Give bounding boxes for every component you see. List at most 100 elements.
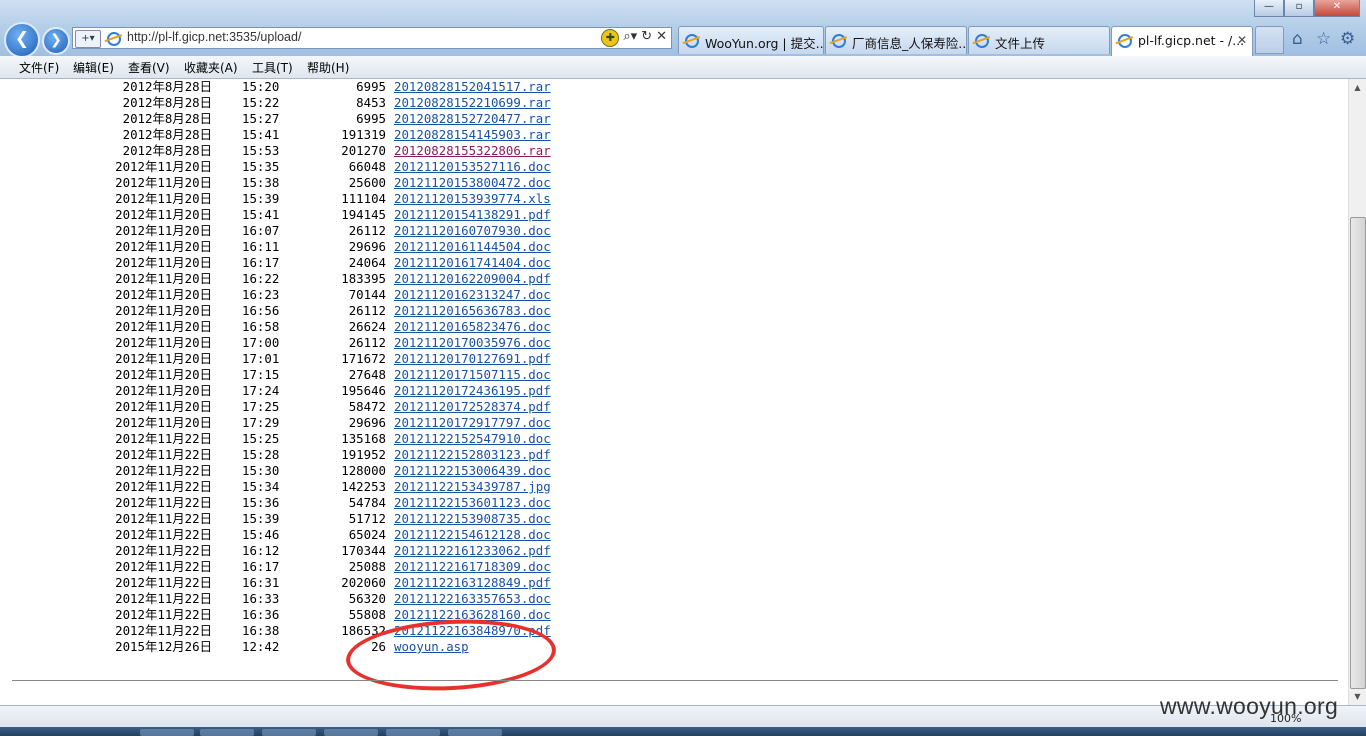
- file-time: 17:25: [242, 399, 280, 414]
- file-link[interactable]: 20121120153939774.xls: [394, 191, 551, 207]
- tab-wooyun-submit[interactable]: WooYun.org | 提交...: [678, 26, 824, 54]
- file-link[interactable]: 20121120162313247.doc: [394, 287, 551, 303]
- file-link[interactable]: 20121120160707930.doc: [394, 223, 551, 239]
- scroll-down-arrow-icon[interactable]: ▼: [1349, 688, 1366, 705]
- taskbar-item[interactable]: [324, 729, 378, 736]
- file-time: 17:01: [242, 351, 280, 366]
- file-link[interactable]: 20121122153601123.doc: [394, 495, 551, 511]
- file-row: 2012年11月22日 15:28 191952 20121122152803123.…: [0, 447, 700, 463]
- add-favorites-icon[interactable]: +▾: [75, 30, 101, 48]
- vertical-scrollbar[interactable]: ▲ ▼: [1348, 79, 1366, 705]
- file-date: 2012年11月22日: [115, 527, 212, 542]
- ie-tab-icon: [975, 34, 989, 48]
- favorites-star-icon[interactable]: ☆: [1316, 29, 1331, 49]
- file-link[interactable]: 20121120161741404.doc: [394, 255, 551, 271]
- file-link[interactable]: 20121122161233062.pdf: [394, 543, 551, 559]
- forward-button[interactable]: ❯: [42, 27, 70, 55]
- file-row: 2012年11月22日 16:17 25088 20121122161718309.d…: [0, 559, 700, 575]
- new-tab-button[interactable]: [1255, 26, 1284, 54]
- tab-label: WooYun.org | 提交...: [705, 36, 824, 51]
- file-link[interactable]: 20121120161144504.doc: [394, 239, 551, 255]
- menu-edit[interactable]: 编辑(E): [73, 59, 114, 76]
- file-time: 16:23: [242, 287, 280, 302]
- file-link[interactable]: 20121122153439787.jpg: [394, 479, 551, 495]
- tab-label: 厂商信息_人保寿险...: [852, 36, 967, 51]
- refresh-icon[interactable]: ↻: [641, 29, 652, 47]
- file-date: 2012年11月20日: [115, 175, 212, 190]
- file-link[interactable]: 20121120170035976.doc: [394, 335, 551, 351]
- file-link[interactable]: 20121122154612128.doc: [394, 527, 551, 543]
- file-link[interactable]: 20121120172528374.pdf: [394, 399, 551, 415]
- taskbar-item[interactable]: [386, 729, 440, 736]
- file-link[interactable]: 20121120165823476.doc: [394, 319, 551, 335]
- minimize-button[interactable]: —: [1254, 0, 1284, 17]
- file-link[interactable]: 20121120165636783.doc: [394, 303, 551, 319]
- tab-file-upload[interactable]: 文件上传: [968, 26, 1110, 54]
- file-link[interactable]: 20121122161718309.doc: [394, 559, 551, 575]
- file-time: 17:29: [242, 415, 280, 430]
- tab-close-icon[interactable]: ✕: [1237, 33, 1247, 47]
- file-row: 2012年11月22日 16:31 202060 20121122163128849.…: [0, 575, 700, 591]
- address-bar[interactable]: +▾ http://pl-lf.gicp.net:3535/upload/ ✚ …: [72, 27, 672, 49]
- file-time: 17:15: [242, 367, 280, 382]
- file-link[interactable]: 20121120154138291.pdf: [394, 207, 551, 223]
- forward-arrow-icon: ❯: [50, 32, 62, 48]
- file-row: 2012年8月28日 15:53 201270 20120828155322806.r…: [0, 143, 700, 159]
- file-date: 2012年11月22日: [115, 559, 212, 574]
- scroll-up-arrow-icon[interactable]: ▲: [1349, 79, 1366, 96]
- file-row: 2012年11月22日 15:30 128000 20121122153006439.…: [0, 463, 700, 479]
- file-date: 2012年11月20日: [115, 159, 212, 174]
- file-link[interactable]: 20121120171507115.doc: [394, 367, 551, 383]
- file-link[interactable]: 20121122153908735.doc: [394, 511, 551, 527]
- back-button[interactable]: ❮: [4, 22, 40, 58]
- file-link[interactable]: 20121122163357653.doc: [394, 591, 551, 607]
- taskbar-item[interactable]: [200, 729, 254, 736]
- search-icon[interactable]: ⌕▾: [623, 29, 637, 47]
- taskbar-item[interactable]: [448, 729, 502, 736]
- file-link[interactable]: 20121120172917797.doc: [394, 415, 551, 431]
- menu-tools[interactable]: 工具(T): [252, 59, 293, 76]
- file-link[interactable]: 20121120170127691.pdf: [394, 351, 551, 367]
- file-link[interactable]: 20121122152803123.pdf: [394, 447, 551, 463]
- file-row: 2012年11月22日 15:25 135168 20121122152547910.…: [0, 431, 700, 447]
- file-time: 15:30: [242, 463, 280, 478]
- compat-view-icon[interactable]: ✚: [601, 29, 620, 47]
- maximize-button[interactable]: ▫: [1284, 0, 1314, 17]
- address-actions: ✚ ⌕▾ ↻ ✕: [601, 29, 667, 47]
- file-link[interactable]: 20121120153800472.doc: [394, 175, 551, 191]
- file-date: 2012年11月22日: [115, 431, 212, 446]
- file-link[interactable]: 20120828152720477.rar: [394, 111, 551, 127]
- stop-icon[interactable]: ✕: [656, 29, 667, 47]
- close-window-button[interactable]: ✕: [1314, 0, 1360, 17]
- menu-file[interactable]: 文件(F): [19, 59, 59, 76]
- file-date: 2012年11月20日: [115, 351, 212, 366]
- file-link[interactable]: 20121120162209004.pdf: [394, 271, 551, 287]
- file-link[interactable]: 20120828155322806.rar: [394, 143, 551, 159]
- file-link[interactable]: 20120828154145903.rar: [394, 127, 551, 143]
- file-link[interactable]: 20121120153527116.doc: [394, 159, 551, 175]
- file-link[interactable]: 20121122153006439.doc: [394, 463, 551, 479]
- file-link[interactable]: 20121120172436195.pdf: [394, 383, 551, 399]
- tab-upload-listing[interactable]: pl-lf.gicp.net - /... ✕: [1111, 26, 1253, 56]
- home-icon[interactable]: ⌂: [1292, 29, 1303, 49]
- taskbar-item[interactable]: [262, 729, 316, 736]
- file-row: 2012年8月28日 15:27 6995 20120828152720477.rar: [0, 111, 700, 127]
- file-date: 2012年11月20日: [115, 191, 212, 206]
- tools-gear-icon[interactable]: ⚙: [1340, 29, 1355, 49]
- file-date: 2012年11月22日: [115, 575, 212, 590]
- menu-favorites[interactable]: 收藏夹(A): [184, 59, 238, 76]
- tab-vendor-info[interactable]: 厂商信息_人保寿险...: [825, 26, 967, 54]
- file-link[interactable]: 20121122152547910.doc: [394, 431, 551, 447]
- scroll-thumb[interactable]: [1350, 217, 1366, 689]
- taskbar-item[interactable]: [140, 729, 194, 736]
- file-date: 2012年11月20日: [115, 335, 212, 350]
- file-link[interactable]: 20120828152210699.rar: [394, 95, 551, 111]
- file-link[interactable]: 20121122163128849.pdf: [394, 575, 551, 591]
- menu-help[interactable]: 帮助(H): [307, 59, 349, 76]
- address-url[interactable]: http://pl-lf.gicp.net:3535/upload/: [127, 30, 301, 44]
- file-size: 51712: [348, 511, 386, 526]
- menu-view[interactable]: 查看(V): [128, 59, 170, 76]
- file-row: 2012年11月22日 16:38 186532 20121122163848970.…: [0, 623, 700, 639]
- file-link[interactable]: 20120828152041517.rar: [394, 79, 551, 95]
- file-row: 2012年11月20日 17:00 26112 20121120170035976.d…: [0, 335, 700, 351]
